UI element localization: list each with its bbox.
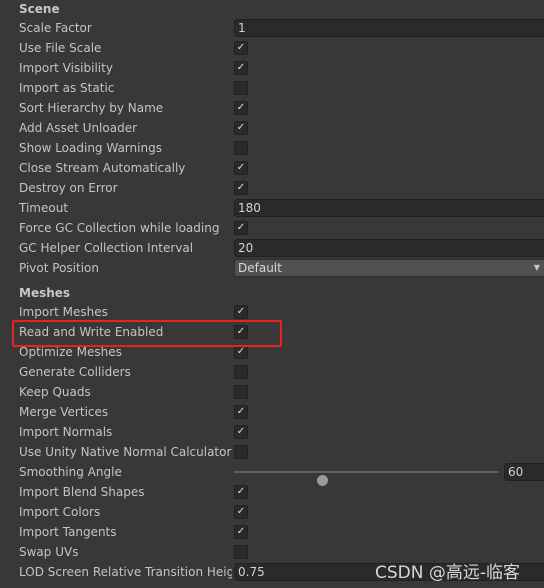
checkmark-icon: ✓ — [236, 486, 246, 497]
field-label: Destroy on Error — [19, 181, 118, 195]
close-stream-automatically-checkbox[interactable]: ✓ — [234, 161, 248, 175]
import-normals-checkbox[interactable]: ✓ — [234, 425, 248, 439]
row-sort-hierarchy-by-name: Sort Hierarchy by Name ✓ — [0, 98, 544, 118]
field-label: Timeout — [19, 201, 69, 215]
generate-colliders-checkbox[interactable] — [234, 365, 248, 379]
pivot-position-dropdown[interactable]: Default ▼ — [234, 259, 544, 277]
chevron-down-icon: ▼ — [533, 263, 540, 272]
destroy-on-error-checkbox[interactable]: ✓ — [234, 181, 248, 195]
row-import-tangents: Import Tangents ✓ — [0, 522, 544, 542]
import-meshes-checkbox[interactable]: ✓ — [234, 305, 248, 319]
field-label: Close Stream Automatically — [19, 161, 186, 175]
row-optimize-meshes: Optimize Meshes ✓ — [0, 342, 544, 362]
row-destroy-on-error: Destroy on Error ✓ — [0, 178, 544, 198]
checkmark-icon: ✓ — [236, 102, 246, 113]
row-import-normals: Import Normals ✓ — [0, 422, 544, 442]
row-import-visibility: Import Visibility ✓ — [0, 58, 544, 78]
checkmark-icon: ✓ — [236, 306, 246, 317]
row-timeout: Timeout 180 — [0, 198, 544, 218]
field-label: LOD Screen Relative Transition Heigh — [19, 565, 232, 579]
force-gc-collection-while-loading-checkbox[interactable]: ✓ — [234, 221, 248, 235]
field-label: Force GC Collection while loading — [19, 221, 220, 235]
field-label: Smoothing Angle — [19, 465, 122, 479]
checkmark-icon: ✓ — [236, 426, 246, 437]
use-unity-native-normal-calculator-checkbox[interactable] — [234, 445, 248, 459]
field-label: Scale Factor — [19, 21, 92, 35]
row-generate-colliders: Generate Colliders — [0, 362, 544, 382]
add-asset-unloader-checkbox[interactable]: ✓ — [234, 121, 248, 135]
row-use-file-scale: Use File Scale ✓ — [0, 38, 544, 58]
field-label: Use Unity Native Normal Calculator — [19, 445, 232, 459]
checkmark-icon: ✓ — [236, 182, 246, 193]
import-colors-checkbox[interactable]: ✓ — [234, 505, 248, 519]
checkmark-icon: ✓ — [236, 506, 246, 517]
timeout-input[interactable]: 180 — [234, 199, 544, 217]
checkmark-icon: ✓ — [236, 326, 246, 337]
field-label: Pivot Position — [19, 261, 99, 275]
show-loading-warnings-checkbox[interactable] — [234, 141, 248, 155]
dropdown-value: Default — [238, 261, 282, 275]
field-label: Keep Quads — [19, 385, 91, 399]
checkmark-icon: ✓ — [236, 162, 246, 173]
use-file-scale-checkbox[interactable]: ✓ — [234, 41, 248, 55]
row-merge-vertices: Merge Vertices ✓ — [0, 402, 544, 422]
watermark: CSDN @高远-临客 — [375, 563, 521, 583]
import-visibility-checkbox[interactable]: ✓ — [234, 61, 248, 75]
optimize-meshes-checkbox[interactable]: ✓ — [234, 345, 248, 359]
field-label: Merge Vertices — [19, 405, 109, 419]
field-label: Swap UVs — [19, 545, 79, 559]
import-blend-shapes-checkbox[interactable]: ✓ — [234, 485, 248, 499]
field-label: Optimize Meshes — [19, 345, 122, 359]
checkmark-icon: ✓ — [236, 62, 246, 73]
field-label: Show Loading Warnings — [19, 141, 162, 155]
field-label: Import Tangents — [19, 525, 117, 539]
sort-hierarchy-by-name-checkbox[interactable]: ✓ — [234, 101, 248, 115]
checkmark-icon: ✓ — [236, 122, 246, 133]
row-import-as-static: Import as Static — [0, 78, 544, 98]
checkmark-icon: ✓ — [236, 406, 246, 417]
field-label: Import Blend Shapes — [19, 485, 145, 499]
checkmark-icon: ✓ — [236, 222, 246, 233]
field-label: Sort Hierarchy by Name — [19, 101, 164, 115]
field-label: Read and Write Enabled — [19, 325, 164, 339]
row-import-colors: Import Colors ✓ — [0, 502, 544, 522]
merge-vertices-checkbox[interactable]: ✓ — [234, 405, 248, 419]
row-use-unity-native-normal-calculator: Use Unity Native Normal Calculator — [0, 442, 544, 462]
row-import-meshes: Import Meshes ✓ — [0, 302, 544, 322]
row-force-gc-collection-while-loading: Force GC Collection while loading ✓ — [0, 218, 544, 238]
field-label: Add Asset Unloader — [19, 121, 138, 135]
row-gc-helper-collection-interval: GC Helper Collection Interval 20 — [0, 238, 544, 258]
checkmark-icon: ✓ — [236, 42, 246, 53]
keep-quads-checkbox[interactable] — [234, 385, 248, 399]
checkmark-icon: ✓ — [236, 526, 246, 537]
field-label: Import Normals — [19, 425, 113, 439]
row-import-blend-shapes: Import Blend Shapes ✓ — [0, 482, 544, 502]
row-smoothing-angle: Smoothing Angle 60 — [0, 462, 544, 486]
field-label: Import Visibility — [19, 61, 113, 75]
row-close-stream-automatically: Close Stream Automatically ✓ — [0, 158, 544, 178]
swap-uvs-checkbox[interactable] — [234, 545, 248, 559]
checkmark-icon: ✓ — [236, 346, 246, 357]
field-label: Import as Static — [19, 81, 115, 95]
field-label: Import Colors — [19, 505, 101, 519]
scale-factor-input[interactable]: 1 — [234, 19, 544, 37]
row-scale-factor: Scale Factor 1 — [0, 18, 544, 38]
read-and-write-enabled-checkbox[interactable]: ✓ — [234, 325, 248, 339]
smoothing-angle-slider[interactable] — [234, 471, 499, 486]
row-add-asset-unloader: Add Asset Unloader ✓ — [0, 118, 544, 138]
row-show-loading-warnings: Show Loading Warnings — [0, 138, 544, 158]
row-keep-quads: Keep Quads — [0, 382, 544, 402]
gc-helper-collection-interval-input[interactable]: 20 — [234, 239, 544, 257]
field-label: Import Meshes — [19, 305, 108, 319]
row-pivot-position: Pivot Position Default ▼ — [0, 258, 544, 278]
field-label: GC Helper Collection Interval — [19, 241, 194, 255]
section-header-meshes: Meshes — [19, 286, 71, 300]
field-label: Generate Colliders — [19, 365, 131, 379]
section-header-scene: Scene — [19, 2, 60, 16]
import-as-static-checkbox[interactable] — [234, 81, 248, 95]
smoothing-angle-input[interactable]: 60 — [504, 463, 544, 481]
row-read-and-write-enabled: Read and Write Enabled ✓ — [0, 322, 544, 342]
field-label: Use File Scale — [19, 41, 102, 55]
import-tangents-checkbox[interactable]: ✓ — [234, 525, 248, 539]
